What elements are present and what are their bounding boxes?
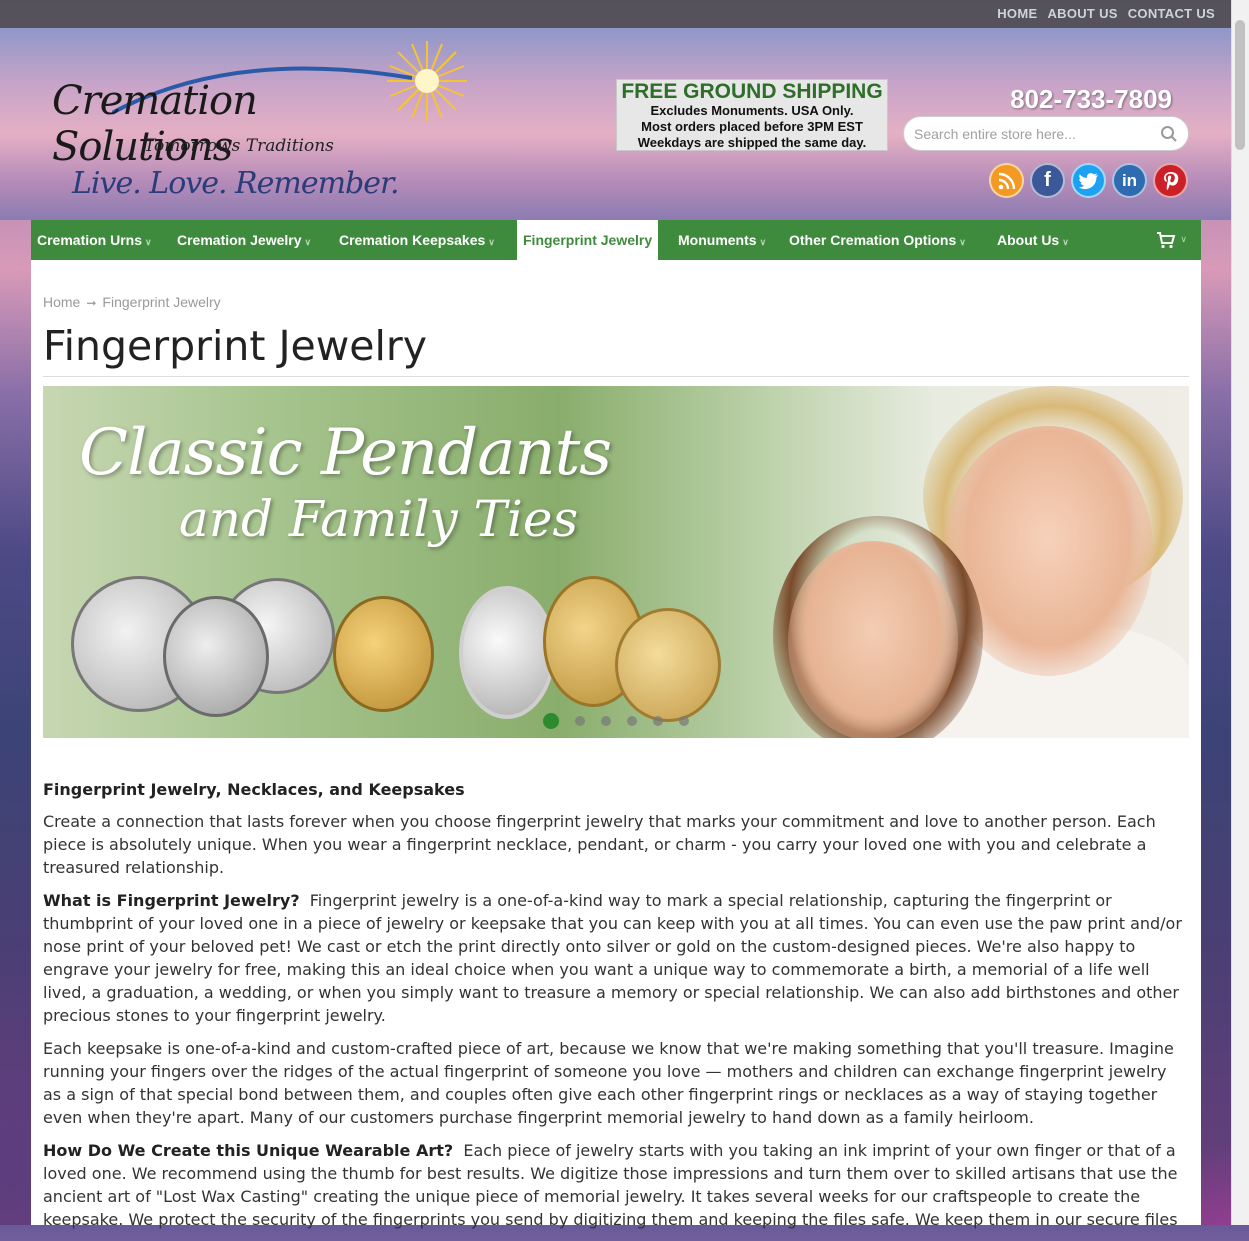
- cart-icon: [1157, 232, 1176, 249]
- nav-label: About Us: [997, 232, 1060, 248]
- top-bar: HOME ABOUT US CONTACT US: [0, 0, 1232, 28]
- paragraph-text: Fingerprint jewelry is a one-of-a-kind w…: [43, 891, 1182, 1025]
- banner-heading: Classic Pendants: [79, 416, 612, 490]
- shipping-title: FREE GROUND SHIPPING: [621, 80, 883, 103]
- nav-item-about-us[interactable]: About Us ∨: [997, 220, 1069, 260]
- slider-dot[interactable]: [653, 716, 663, 726]
- site-logo[interactable]: Cremation Solutions Tomorrows Traditions…: [52, 41, 467, 208]
- arrow-right-icon: ➞: [86, 296, 97, 310]
- search-box: [903, 116, 1189, 151]
- pendant-image: [333, 596, 434, 712]
- scrollbar-thumb[interactable]: [1235, 20, 1245, 150]
- shipping-line: Excludes Monuments. USA Only.: [650, 103, 854, 118]
- chevron-down-icon: ∨: [1062, 237, 1069, 247]
- top-link-about[interactable]: ABOUT US: [1047, 6, 1117, 21]
- shipping-notice: FREE GROUND SHIPPING Excludes Monuments.…: [616, 79, 888, 151]
- banner-subheading: and Family Ties: [179, 490, 579, 548]
- paragraph: What is Fingerprint Jewelry? Fingerprint…: [43, 889, 1189, 1027]
- slider-dot[interactable]: [627, 716, 637, 726]
- paragraph-lead: What is Fingerprint Jewelry?: [43, 891, 300, 910]
- main-content: Home ➞ Fingerprint Jewelry Fingerprint Jew…: [31, 260, 1201, 1229]
- nav-item-other-cremation-options[interactable]: Other Cremation Options ∨: [789, 220, 966, 260]
- social-links: f in: [989, 163, 1188, 198]
- paragraph: Each keepsake is one-of-a-kind and custo…: [43, 1039, 1174, 1127]
- facebook-icon[interactable]: f: [1030, 163, 1065, 198]
- chevron-down-icon: ∨: [145, 237, 152, 247]
- breadcrumb-home[interactable]: Home: [43, 294, 80, 310]
- main-nav: Cremation Urns ∨ Cremation Jewelry ∨ Crema…: [31, 220, 1201, 260]
- slider-dot[interactable]: [543, 713, 559, 729]
- search-input[interactable]: [912, 125, 1156, 143]
- nav-label: Other Cremation Options: [789, 232, 957, 248]
- twitter-icon[interactable]: [1071, 163, 1106, 198]
- slider-dot[interactable]: [575, 716, 585, 726]
- nav-item-cremation-urns[interactable]: Cremation Urns ∨: [37, 220, 152, 260]
- top-link-contact[interactable]: CONTACT US: [1128, 6, 1215, 21]
- slider-dot[interactable]: [601, 716, 611, 726]
- hero-banner[interactable]: Classic Pendants and Family Ties: [43, 386, 1189, 738]
- nav-item-fingerprint-jewelry[interactable]: Fingerprint Jewelry: [517, 220, 659, 260]
- nav-label: Cremation Urns: [37, 232, 143, 248]
- phone-number[interactable]: 802-733-7809: [1010, 84, 1172, 115]
- rss-icon[interactable]: [989, 163, 1024, 198]
- girl-photo: [788, 541, 958, 738]
- slider-dots: [543, 713, 689, 729]
- shipping-line: Weekdays are shipped the same day.: [637, 135, 867, 150]
- section-heading: Fingerprint Jewelry, Necklaces, and Keep…: [43, 780, 465, 799]
- chevron-down-icon: ∨: [959, 237, 966, 247]
- chevron-down-icon: ∨: [759, 237, 767, 247]
- pendant-image: [163, 596, 269, 717]
- pinterest-icon[interactable]: [1153, 163, 1188, 198]
- top-link-home[interactable]: HOME: [997, 6, 1037, 21]
- shipping-line: Most orders placed before 3PM EST: [641, 119, 863, 134]
- paragraph: Create a connection that lasts forever w…: [43, 812, 1156, 877]
- scrollbar[interactable]: [1231, 0, 1249, 1225]
- article-body: Fingerprint Jewelry, Necklaces, and Keep…: [43, 778, 1189, 1241]
- cart-button[interactable]: ∨: [1156, 220, 1187, 260]
- breadcrumb-current: Fingerprint Jewelry: [102, 294, 221, 310]
- nav-label: Cremation Keepsakes: [339, 232, 486, 248]
- nav-label: Monuments: [678, 232, 757, 248]
- divider: [43, 376, 1189, 377]
- pendant-image: [459, 586, 555, 719]
- nav-item-cremation-keepsakes[interactable]: Cremation Keepsakes ∨: [339, 220, 495, 260]
- nav-item-monuments[interactable]: Monuments ∨: [678, 220, 766, 260]
- logo-subtitle: Tomorrows Traditions: [144, 136, 334, 156]
- nav-label: Cremation Jewelry: [177, 232, 302, 248]
- logo-tagline: Live. Love. Remember.: [72, 166, 400, 201]
- chevron-down-icon: ∨: [488, 237, 495, 247]
- paragraph: How Do We Create this Unique Wearable Ar…: [43, 1139, 1189, 1231]
- pendant-image: [615, 608, 721, 722]
- top-links: HOME ABOUT US CONTACT US: [997, 6, 1215, 21]
- page-title: Fingerprint Jewelry: [43, 322, 428, 370]
- logo-title: Cremation Solutions: [52, 78, 258, 170]
- slider-dot[interactable]: [679, 716, 689, 726]
- nav-label: Fingerprint Jewelry: [523, 232, 653, 248]
- linkedin-icon[interactable]: in: [1112, 163, 1147, 198]
- site-header: Cremation Solutions Tomorrows Traditions…: [0, 28, 1232, 220]
- paragraph-lead: How Do We Create this Unique Wearable Ar…: [43, 1141, 454, 1160]
- search-icon[interactable]: [1160, 125, 1178, 143]
- nav-item-cremation-jewelry[interactable]: Cremation Jewelry ∨: [177, 220, 311, 260]
- breadcrumb: Home ➞ Fingerprint Jewelry: [43, 294, 221, 310]
- chevron-down-icon: ∨: [304, 237, 312, 247]
- chevron-down-icon: ∨: [1180, 235, 1187, 245]
